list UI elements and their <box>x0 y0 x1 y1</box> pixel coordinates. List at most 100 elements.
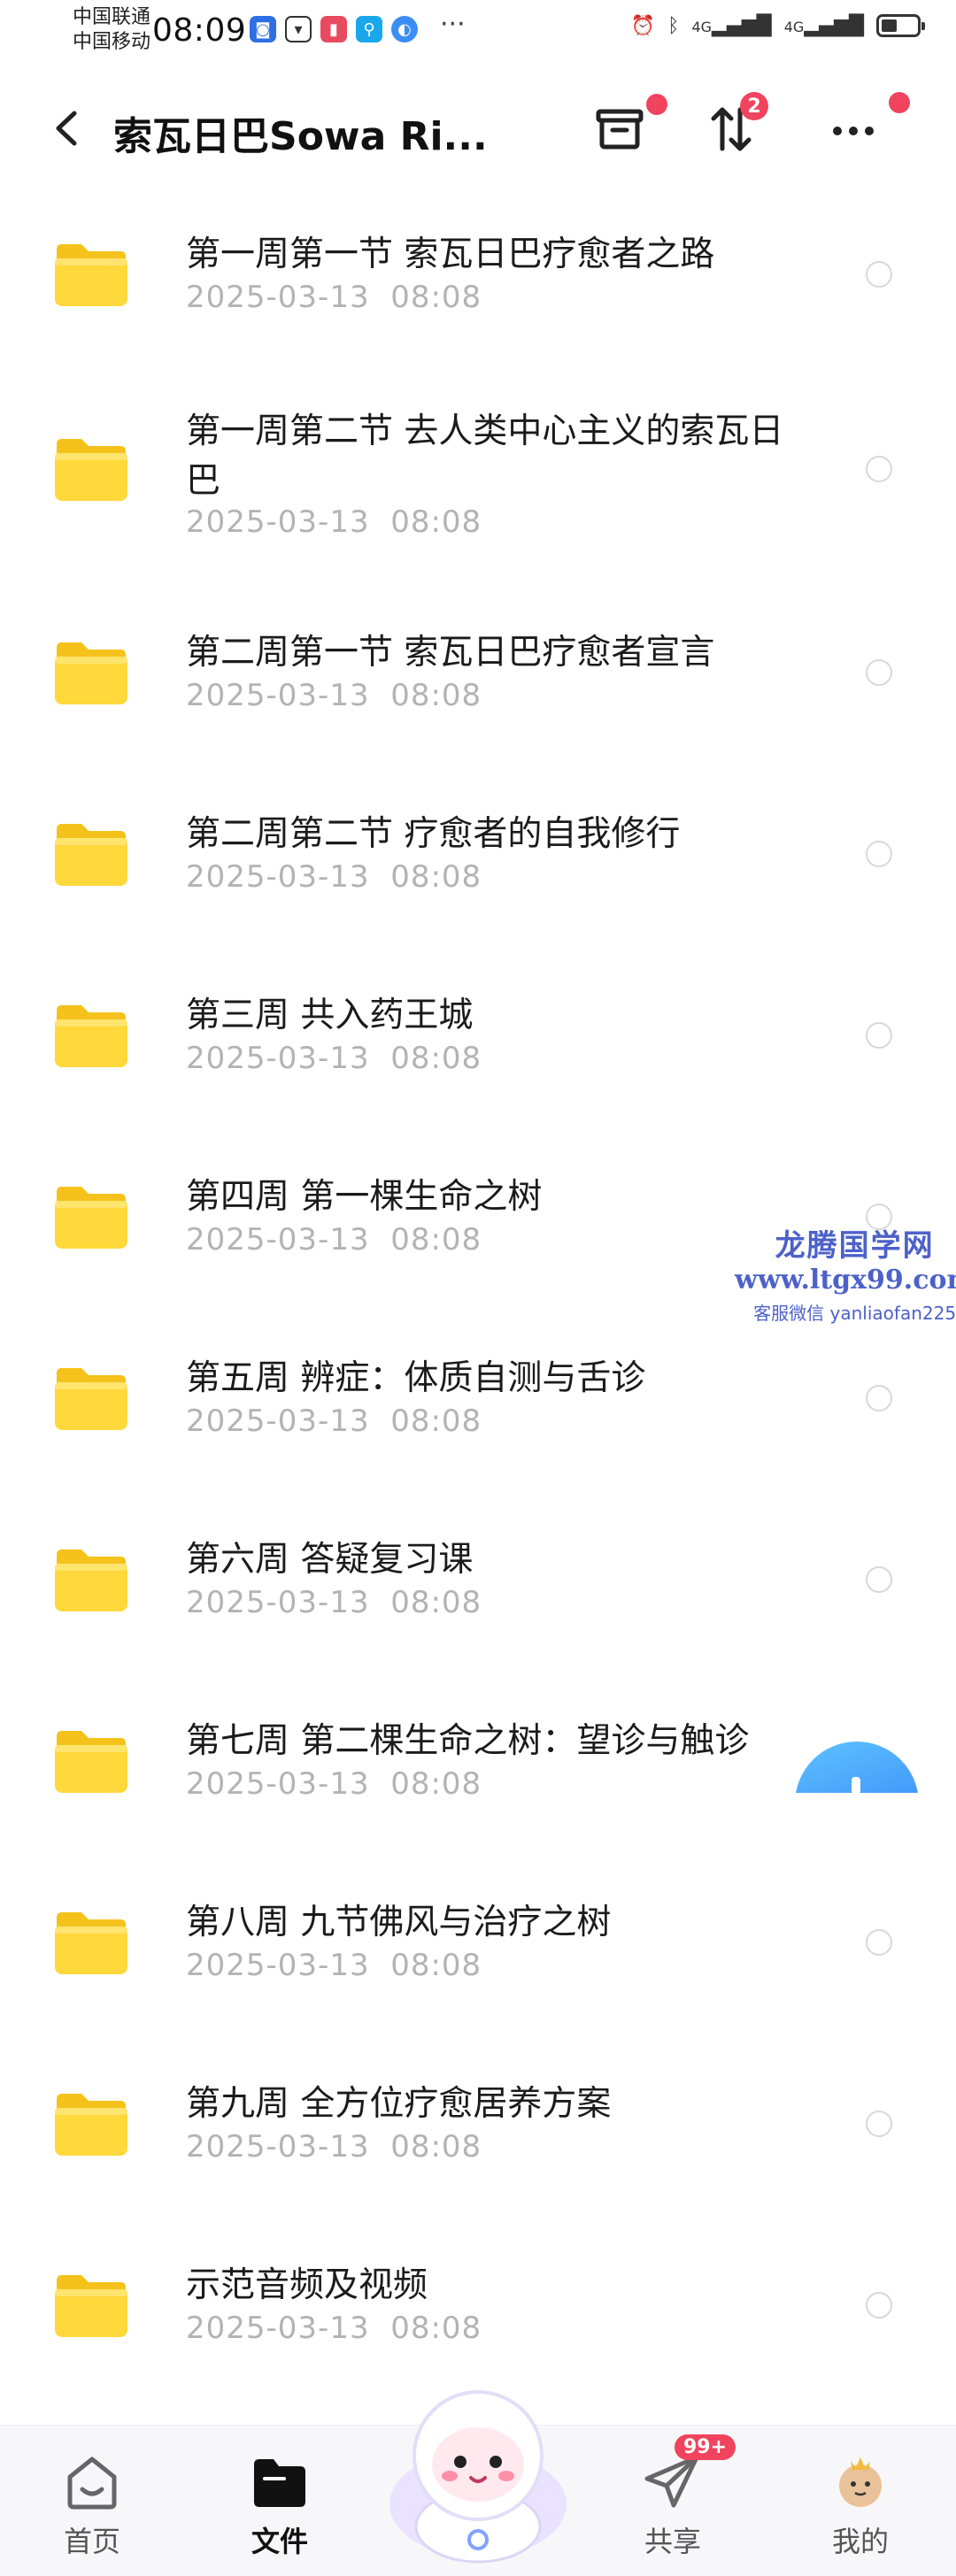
archive-box-icon <box>596 109 644 150</box>
select-radio[interactable] <box>866 2292 892 2318</box>
archive-dot-badge <box>646 94 667 115</box>
folder-icon <box>55 439 127 501</box>
file-row[interactable]: 第八周 九节佛风与治疗之树 2025-03-13 08:08 <box>0 1872 956 2040</box>
carrier-info: 中国联通 中国移动 <box>73 5 150 55</box>
back-button[interactable] <box>46 106 90 150</box>
nav-home[interactable]: 首页 <box>39 2452 145 2560</box>
nav-mine-label: 我的 <box>831 2525 889 2558</box>
network-type-1: 4G <box>691 18 713 35</box>
paper-plane-icon <box>644 2455 699 2508</box>
file-row[interactable]: 第一周第一节 索瓦日巴疗愈者之路 2025-03-13 08:08 <box>0 204 956 372</box>
file-row[interactable]: 第五周 辨症：体质自测与舌诊 2025-03-13 08:08 <box>0 1327 956 1496</box>
file-row[interactable]: 第九周 全方位疗愈居养方案 2025-03-13 08:08 <box>0 2053 956 2221</box>
select-radio[interactable] <box>866 1566 892 1593</box>
select-radio[interactable] <box>866 456 892 482</box>
select-radio[interactable] <box>866 1385 892 1411</box>
shirt-app-icon: ▾ <box>285 16 312 42</box>
nav-share[interactable]: 99+ 共享 <box>620 2434 736 2560</box>
mascot-button[interactable] <box>381 2372 575 2566</box>
system-status-icons: ⏰ ᛒ 4G▂▄▆█ 4G▂▄▆█ <box>630 14 925 37</box>
page-title: 索瓦日巴Sowa Ri... <box>113 114 488 159</box>
home-icon <box>67 2457 117 2510</box>
file-row[interactable]: 第二周第一节 索瓦日巴疗愈者宣言 2025-03-13 08:08 <box>0 602 956 770</box>
back-arrow-icon <box>56 111 77 146</box>
file-date: 2025-03-13 08:08 <box>186 1222 482 1257</box>
file-date: 2025-03-13 08:08 <box>186 1766 482 1802</box>
file-date: 2025-03-13 08:08 <box>186 1403 482 1439</box>
file-name: 第三周 共入药王城 <box>186 996 474 1035</box>
folder-icon <box>55 1731 127 1793</box>
file-name: 第七周 第二棵生命之树：望诊与触诊 <box>186 1721 750 1761</box>
book-app-icon: ▮ <box>320 16 347 42</box>
watermark-title: 龙腾国学网 <box>775 1228 935 1264</box>
transfer-button[interactable]: 2 <box>696 92 768 165</box>
top-app-bar: 索瓦日巴Sowa Ri... 2 <box>0 73 956 188</box>
select-radio[interactable] <box>866 659 892 686</box>
select-radio[interactable] <box>866 261 892 288</box>
more-dots-icon <box>833 127 874 135</box>
file-date: 2025-03-13 08:08 <box>186 678 482 713</box>
browser-app-icon: ◐ <box>391 16 418 42</box>
more-notifications-icon: ··· <box>440 9 466 40</box>
more-options-button[interactable] <box>818 92 910 165</box>
nav-mine[interactable]: 我的 <box>807 2452 914 2560</box>
nav-share-label: 共享 <box>644 2525 701 2558</box>
file-date: 2025-03-13 08:08 <box>186 1585 482 1620</box>
nav-home-label: 首页 <box>63 2525 120 2558</box>
file-date: 2025-03-13 08:08 <box>186 2129 482 2165</box>
select-radio[interactable] <box>866 1929 892 1956</box>
astronaut-mascot-icon <box>389 2390 567 2564</box>
folder-icon <box>55 2094 127 2156</box>
folder-icon <box>55 1368 127 1430</box>
file-name: 第一周第一节 索瓦日巴疗愈者之路 <box>186 235 715 274</box>
carrier-2: 中国移动 <box>73 31 151 53</box>
folder-icon <box>55 642 127 704</box>
folder-icon <box>55 1549 127 1611</box>
notification-icons: ◙ ▾ ▮ ⚲ ◐ <box>250 16 418 42</box>
file-date: 2025-03-13 08:08 <box>186 280 482 315</box>
folder-icon <box>55 1187 127 1249</box>
battery-icon <box>876 14 925 37</box>
file-name: 示范音频及视频 <box>186 2265 428 2305</box>
file-date: 2025-03-13 08:08 <box>186 1041 482 1076</box>
nav-files[interactable]: 文件 <box>227 2452 333 2560</box>
more-dot-badge <box>889 92 910 113</box>
bluetooth-icon: ᛒ <box>667 14 680 37</box>
select-radio[interactable] <box>866 841 892 867</box>
network-type-2: 4G <box>783 18 805 35</box>
folder-tab-icon <box>254 2459 305 2507</box>
select-radio[interactable] <box>866 1022 892 1049</box>
upload-fab-button[interactable] <box>795 1742 919 1793</box>
file-row[interactable]: 第一周第二节 去人类中心主义的索瓦日巴 2025-03-13 08:08 <box>0 381 956 584</box>
file-name: 第四周 第一棵生命之树 <box>186 1177 543 1217</box>
carrier-1: 中国联通 <box>73 6 151 28</box>
alarm-icon: ⏰ <box>630 14 656 37</box>
search-app-icon: ⚲ <box>356 16 382 42</box>
plus-icon <box>852 1777 860 1793</box>
signal-icon-1: 4G▂▄▆█ <box>691 14 772 37</box>
shield-app-icon: ◙ <box>250 16 276 42</box>
file-date: 2025-03-13 08:08 <box>186 859 482 895</box>
file-name: 第一周第二节 去人类中心主义的索瓦日巴 <box>186 411 784 501</box>
watermark-url: www.ltgx99.com <box>735 1265 956 1296</box>
share-count-badge: 99+ <box>675 2434 736 2460</box>
watermark-contact: 客服微信 yanliaofan225 <box>753 1303 956 1324</box>
file-row[interactable]: 第二周第二节 疗愈者的自我修行 2025-03-13 08:08 <box>0 783 956 951</box>
status-time: 08:09 <box>152 12 247 49</box>
select-radio[interactable] <box>866 2111 892 2137</box>
nav-files-label: 文件 <box>251 2525 308 2558</box>
file-row[interactable]: 第三周 共入药王城 2025-03-13 08:08 <box>0 965 956 1133</box>
file-name: 第八周 九节佛风与治疗之树 <box>186 1903 612 1942</box>
folder-icon <box>55 1005 127 1067</box>
file-name: 第五周 辨症：体质自测与舌诊 <box>186 1358 646 1398</box>
folder-icon <box>55 244 127 306</box>
file-row[interactable]: 第六周 答疑复习课 2025-03-13 08:08 <box>0 1509 956 1677</box>
user-avatar-icon <box>839 2457 882 2507</box>
signal-icon-2: 4G▂▄▆█ <box>783 14 864 37</box>
file-date: 2025-03-13 08:08 <box>186 504 482 540</box>
status-bar: 中国联通 中国移动 08:09 ◙ ▾ ▮ ⚲ ◐ ··· ⏰ ᛒ 4G▂▄▆█… <box>0 0 956 64</box>
folder-icon <box>55 1912 127 1974</box>
file-name: 第二周第一节 索瓦日巴疗愈者宣言 <box>186 633 715 673</box>
file-date: 2025-03-13 08:08 <box>186 2311 482 2346</box>
archive-button[interactable] <box>584 94 667 165</box>
